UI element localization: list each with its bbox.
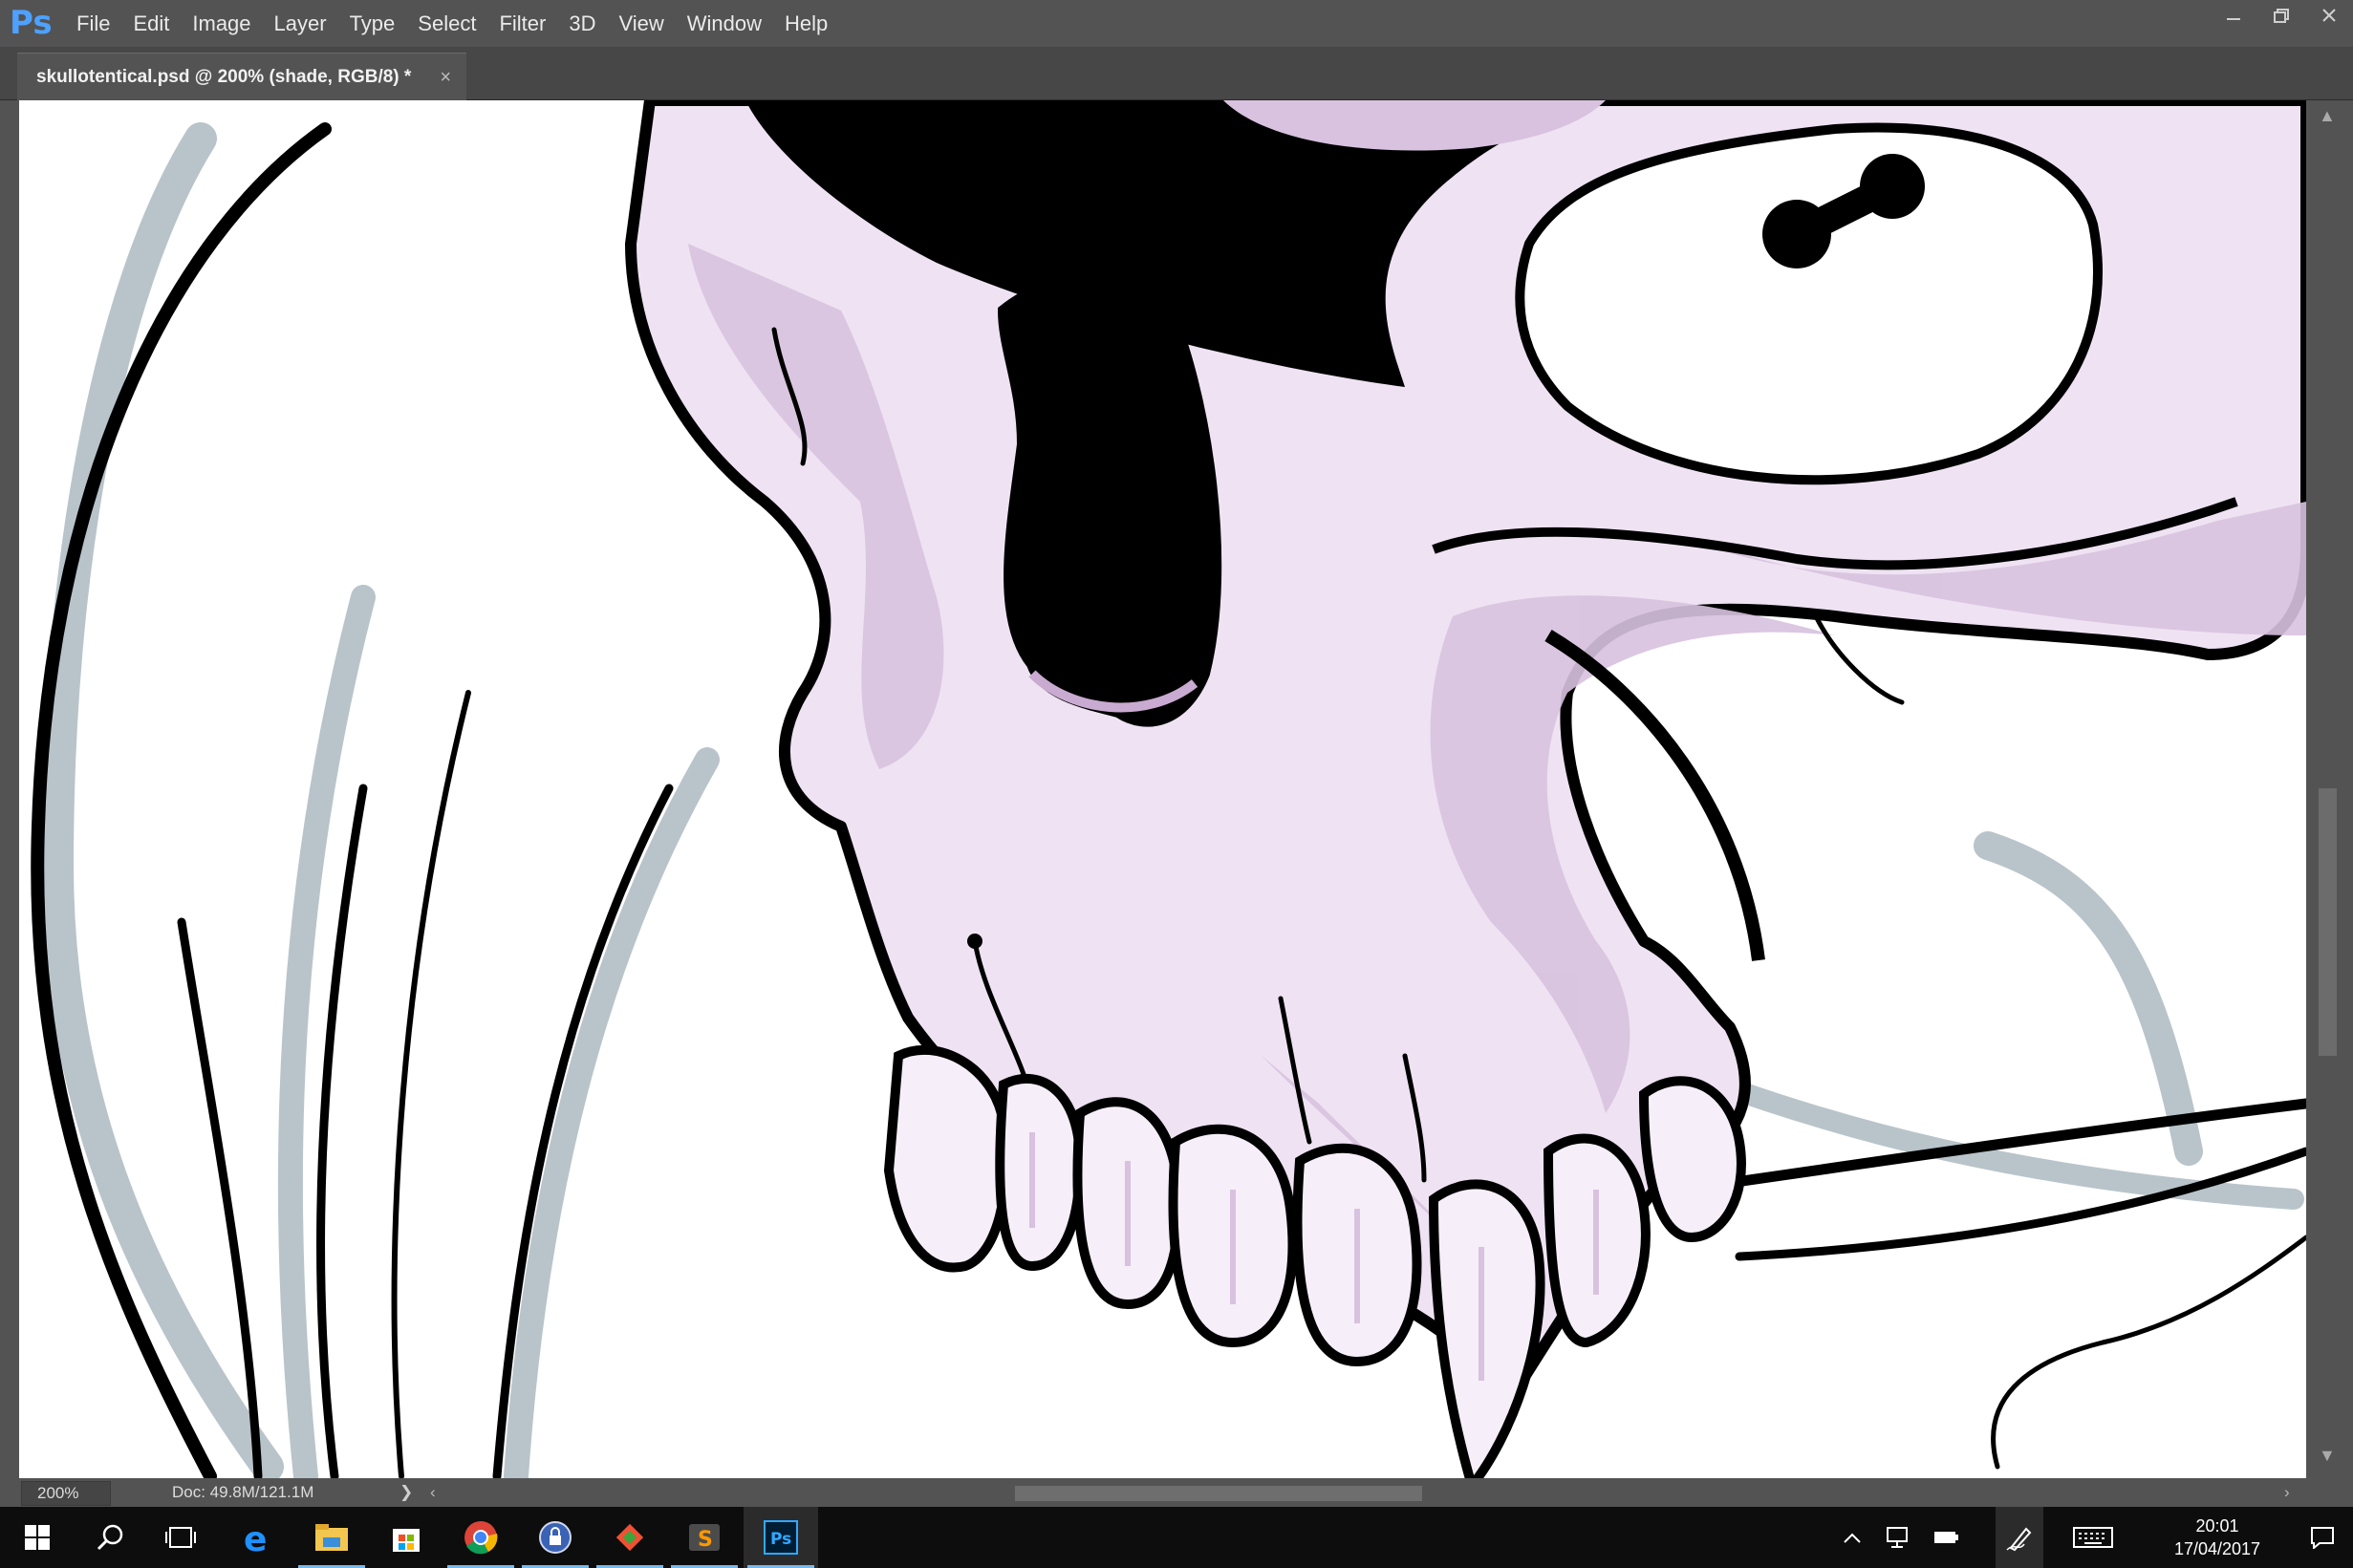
document-canvas[interactable] — [19, 100, 2306, 1478]
system-clock[interactable]: 20:01 17/04/2017 — [2150, 1514, 2284, 1560]
menu-window[interactable]: Window — [676, 0, 773, 47]
photoshop-logo: Ps — [10, 4, 53, 42]
close-icon[interactable] — [2305, 0, 2353, 34]
git-icon[interactable] — [593, 1507, 667, 1568]
scroll-right-icon[interactable]: › — [2284, 1478, 2290, 1507]
scroll-left-icon[interactable]: ‹ — [430, 1478, 436, 1507]
horizontal-scrollbar[interactable] — [449, 1486, 2284, 1501]
store-icon[interactable] — [369, 1507, 443, 1568]
scroll-up-icon[interactable]: ▲ — [2319, 106, 2336, 126]
menu-view[interactable]: View — [607, 0, 675, 47]
skull-artwork — [31, 100, 2306, 1478]
menu-image[interactable]: Image — [181, 0, 262, 47]
network-icon[interactable] — [1875, 1507, 1923, 1568]
document-tab-bar: skullotentical.psd @ 200% (shade, RGB/8)… — [0, 47, 2353, 100]
task-view-icon[interactable] — [143, 1507, 218, 1568]
clock-time: 20:01 — [2195, 1516, 2239, 1536]
horizontal-scroll-thumb[interactable] — [1015, 1486, 1422, 1501]
chrome-icon[interactable] — [443, 1507, 518, 1568]
file-explorer-icon[interactable] — [294, 1507, 369, 1568]
restore-icon[interactable] — [2257, 0, 2305, 34]
edge-icon[interactable]: e — [220, 1507, 294, 1568]
document-size-info: Doc: 49.8M/121.1M — [172, 1483, 314, 1501]
menu-items: File Edit Image Layer Type Select Filter… — [65, 0, 839, 47]
menu-help[interactable]: Help — [773, 0, 839, 47]
minimize-icon[interactable] — [2210, 0, 2257, 34]
pen-icon[interactable] — [1996, 1507, 2043, 1568]
keyboard-icon[interactable] — [2055, 1507, 2131, 1568]
svg-text:e: e — [244, 1520, 267, 1555]
menu-select[interactable]: Select — [406, 0, 487, 47]
vertical-scrollbar[interactable]: ▲ ▼ — [2306, 100, 2353, 1478]
menu-type[interactable]: Type — [338, 0, 407, 47]
window-controls — [2210, 0, 2353, 34]
action-center-icon[interactable] — [2294, 1507, 2351, 1568]
menu-3d[interactable]: 3D — [557, 0, 607, 47]
windows-start-icon[interactable] — [0, 1507, 75, 1568]
svg-text:S: S — [698, 1528, 713, 1552]
tab-close-icon[interactable]: × — [440, 54, 451, 101]
menu-layer[interactable]: Layer — [263, 0, 338, 47]
keepass-icon[interactable] — [518, 1507, 593, 1568]
search-icon[interactable] — [73, 1507, 147, 1568]
sublime-text-icon[interactable]: S — [667, 1507, 742, 1568]
scroll-down-icon[interactable]: ▼ — [2319, 1446, 2336, 1466]
battery-icon[interactable] — [1923, 1507, 1971, 1568]
clock-date: 17/04/2017 — [2173, 1539, 2261, 1558]
photoshop-icon[interactable]: Ps — [744, 1507, 818, 1568]
menu-file[interactable]: File — [65, 0, 121, 47]
vertical-scroll-thumb[interactable] — [2319, 788, 2337, 1056]
menu-filter[interactable]: Filter — [487, 0, 557, 47]
chevron-up-icon[interactable] — [1833, 1507, 1871, 1568]
menu-edit[interactable]: Edit — [121, 0, 181, 47]
status-menu-arrow-icon[interactable]: ❯ — [399, 1478, 413, 1507]
document-tab[interactable]: skullotentical.psd @ 200% (shade, RGB/8)… — [17, 53, 466, 100]
svg-text:Ps: Ps — [770, 1530, 791, 1549]
windows-taskbar: e S Ps 20:01 17/04/2017 — [0, 1507, 2353, 1568]
status-bar: 200% Doc: 49.8M/121.1M ❯ ‹ › — [0, 1478, 2353, 1507]
zoom-level-field[interactable]: 200% — [21, 1481, 111, 1506]
document-tab-title: skullotentical.psd @ 200% (shade, RGB/8)… — [36, 67, 412, 87]
menu-bar: Ps File Edit Image Layer Type Select Fil… — [0, 0, 2353, 47]
